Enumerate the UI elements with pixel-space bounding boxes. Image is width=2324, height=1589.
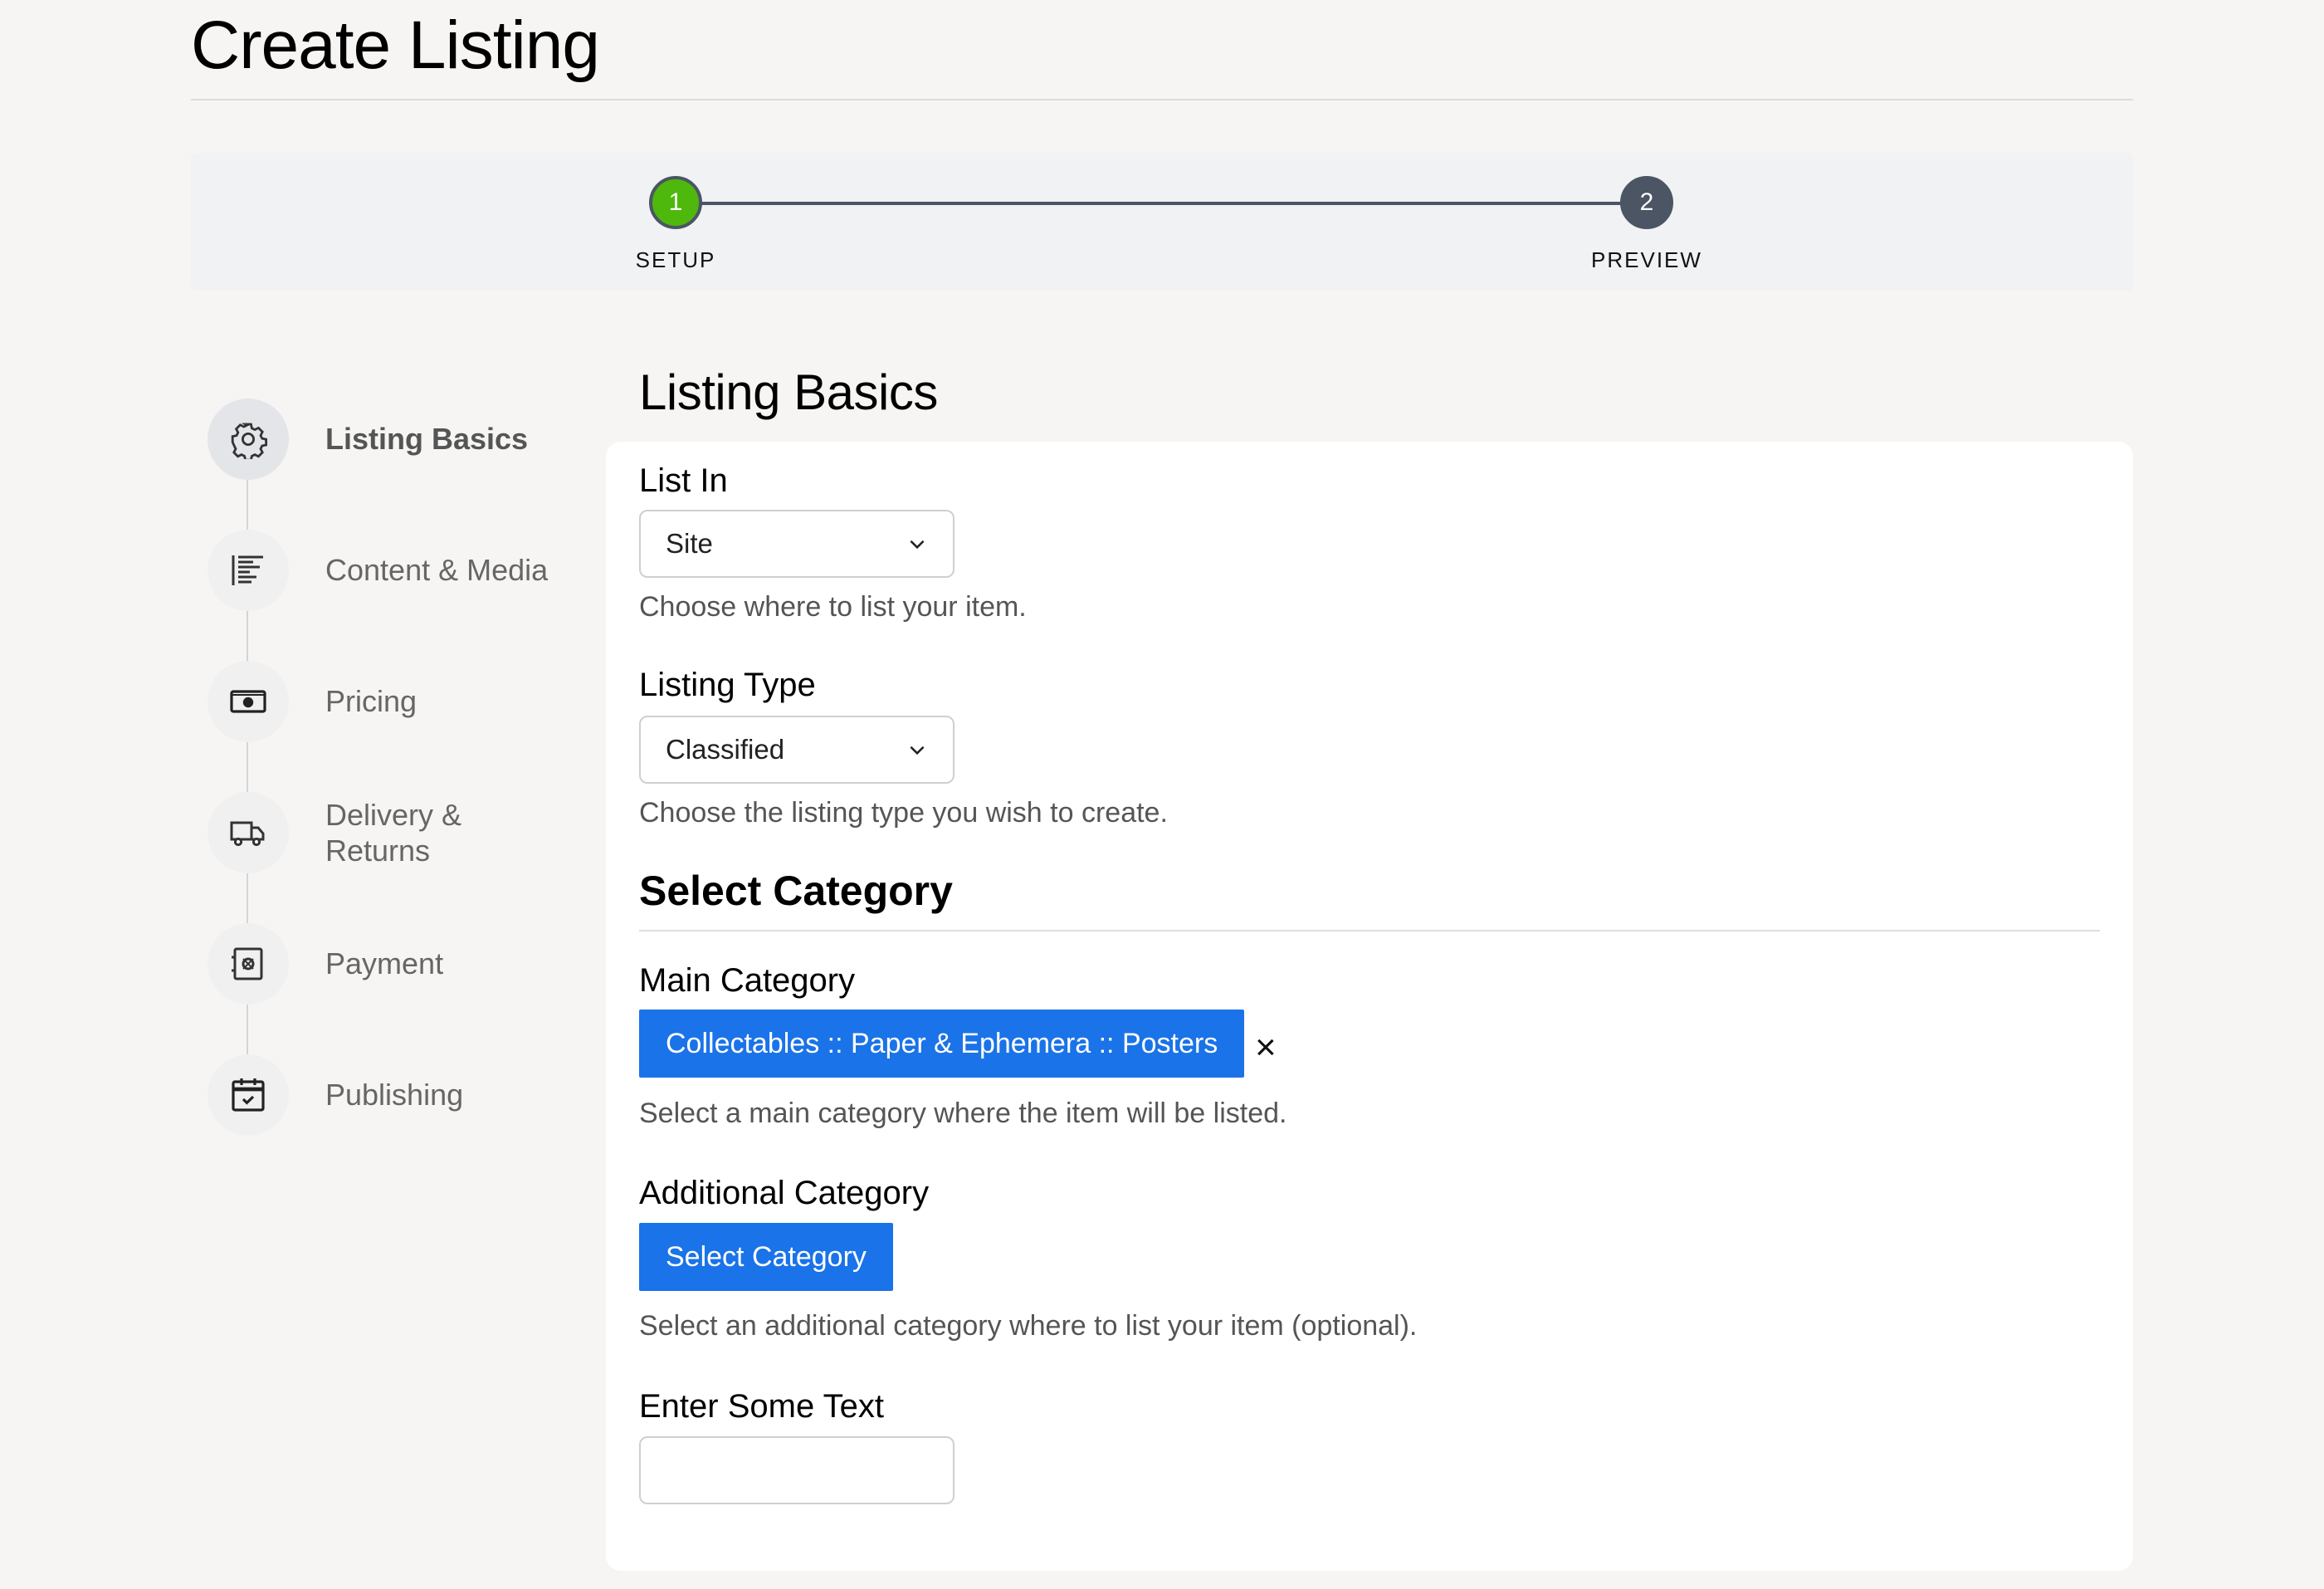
list-in-help: Choose where to list your item. [639,591,1027,623]
select-category-heading: Select Category [639,868,953,914]
close-icon[interactable]: × [1255,1029,1277,1066]
listing-basics-card: List In Site Choose where to list your i… [606,442,2133,1571]
step-1-label: SETUP [635,247,716,272]
calendar-check-icon [208,1054,289,1136]
enter-text-field[interactable] [639,1436,954,1504]
sidebar-item-delivery-returns[interactable]: Delivery & Returns [208,792,581,873]
listing-type-value: Classified [666,734,785,765]
sidebar-item-label: Pricing [325,684,417,719]
list-in-label: List In [639,462,728,499]
category-divider [639,930,2100,931]
main-category-button[interactable]: Collectables :: Paper & Ephemera :: Post… [639,1010,1245,1078]
list-in-select[interactable]: Site [639,510,954,578]
gear-icon [208,398,289,480]
sidebar-item-label: Publishing [325,1078,464,1112]
select-category-button[interactable]: Select Category [639,1223,893,1291]
step-2-label: PREVIEW [1591,247,1702,272]
sidebar-item-content-media[interactable]: Content & Media [208,530,581,611]
title-divider [191,99,2133,100]
chevron-down-icon [910,746,925,755]
listing-type-select[interactable]: Classified [639,716,954,784]
sidebar-item-payment[interactable]: Payment [208,923,581,1005]
stepper-track [676,202,1647,205]
safe-icon [208,923,289,1005]
chevron-down-icon [910,540,925,550]
sidebar-item-pricing[interactable]: Pricing [208,661,581,742]
sidebar-item-label: Content & Media [325,553,549,588]
enter-text-label: Enter Some Text [639,1388,884,1425]
additional-category-label: Additional Category [639,1175,930,1211]
step-2-indicator[interactable]: 2 [1620,176,1673,229]
list-in-value: Site [666,528,713,559]
main-category-label: Main Category [639,962,856,999]
sidebar-item-publishing[interactable]: Publishing [208,1054,581,1136]
sidebar-item-label: Delivery & Returns [325,797,462,868]
main-category-help: Select a main category where the item wi… [639,1098,1287,1129]
sidebar-item-listing-basics[interactable]: Listing Basics [208,398,581,480]
nav-connector [247,873,248,925]
truck-icon [208,792,289,873]
progress-stepper: 1 2 SETUP PREVIEW [191,153,2133,291]
nav-connector [247,611,248,662]
page-title: Create Listing [191,7,600,83]
create-listing-page: Create Listing 1 2 SETUP PREVIEW Listing… [0,0,2324,1589]
additional-category-help: Select an additional category where to l… [639,1310,1418,1342]
listing-sections-nav: Listing Basics Content & Media Pricing D… [208,398,581,1146]
nav-connector [247,742,248,794]
sidebar-item-label: Listing Basics [325,422,529,457]
sidebar-item-label: Payment [325,946,444,981]
nav-connector [247,1005,248,1056]
listing-type-label: Listing Type [639,667,816,703]
section-heading: Listing Basics [639,364,938,420]
banknote-icon [208,661,289,742]
listing-type-help: Choose the listing type you wish to crea… [639,797,1168,829]
text-align-icon [208,530,289,611]
step-1-indicator[interactable]: 1 [649,176,702,229]
nav-connector [247,480,248,531]
